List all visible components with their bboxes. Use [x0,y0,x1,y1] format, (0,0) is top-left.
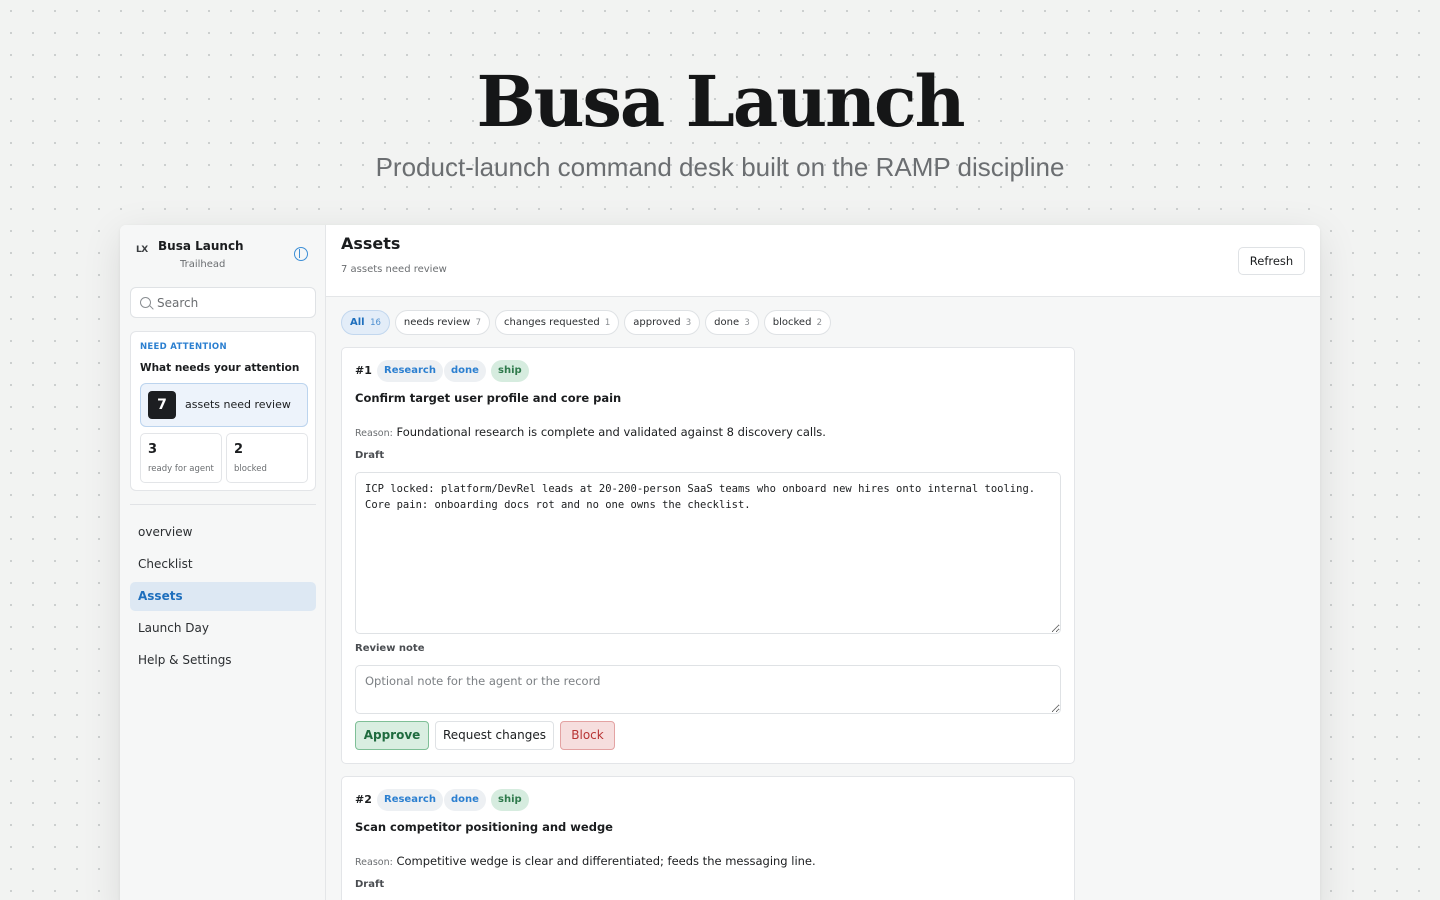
filter-blocked[interactable]: blocked 2 [763,310,832,335]
app-name: Busa Launch [158,239,244,253]
asset-card: #1 Research done ship Confirm target use… [341,347,1075,764]
tag-research: Research [377,360,443,382]
asset-number: #1 [355,364,372,377]
reason-label: Reason: [355,428,393,439]
tag-research: Research [377,789,443,811]
page-header: Assets 7 assets need review Refresh [326,225,1320,297]
main-content: Assets 7 assets need review Refresh All … [326,225,1320,900]
hero-subtitle: Product-launch command desk built on the… [375,152,1065,182]
ready-label: ready for agent [148,464,214,474]
filter-all[interactable]: All 16 [341,310,390,335]
filter-label: blocked [772,317,812,328]
reason-label: Reason: [355,857,393,868]
asset-reason: Reason: Foundational research is complet… [355,425,826,439]
asset-title: Confirm target user profile and core pai… [355,391,622,405]
tag-done: done [444,789,486,811]
asset-card: #2 Research done ship Scan competitor po… [341,776,1075,900]
brand: LX Busa Launch Trailhead [136,239,316,273]
attention-label: NEED ATTENTION [140,342,227,352]
review-note-textarea[interactable] [355,665,1061,714]
review-count-badge: 7 [148,391,176,419]
refresh-button[interactable]: Refresh [1238,247,1305,275]
blocked-count: 2 [234,442,244,457]
filter-count: 16 [370,318,381,328]
filter-done[interactable]: done 3 [705,310,759,335]
filter-count: 2 [816,318,823,328]
filter-label: changes requested [503,317,600,328]
sidebar-divider [130,504,316,505]
sidebar: LX Busa Launch Trailhead NEED ATTENTION … [120,225,326,900]
filter-count: 3 [744,318,750,328]
review-note-label: Review note [355,643,425,654]
sidebar-item-overview[interactable]: overview [130,518,316,547]
request-changes-button[interactable]: Request changes [435,721,554,750]
filter-count: 3 [685,318,692,328]
sidebar-item-assets[interactable]: Assets [130,582,316,611]
sidebar-item-launch-day[interactable]: Launch Day [130,614,316,643]
brand-logo: LX [136,245,148,255]
draft-label: Draft [355,450,385,461]
draft-label: Draft [355,879,385,890]
block-button[interactable]: Block [560,721,615,750]
filter-needs-review[interactable]: needs review 7 [394,310,490,335]
tag-ship: ship [491,789,529,811]
filter-label: All [350,317,365,328]
filter-approved[interactable]: approved 3 [624,310,701,335]
asset-title: Scan competitor positioning and wedge [355,820,613,834]
filter-label: done [714,317,740,328]
filter-count: 7 [475,318,481,328]
ready-card[interactable]: 3 ready for agent [140,433,222,483]
hero-title: Busa Launch [476,60,965,143]
search-input[interactable] [157,293,307,313]
reason-text: Foundational research is complete and va… [396,425,826,439]
review-summary-text: assets need review [185,398,291,411]
sidebar-nav: overview Checklist Assets Launch Day Hel… [130,518,316,678]
page-subtitle: 7 assets need review [341,264,447,275]
page-title: Assets [341,234,401,253]
asset-number: #2 [355,793,372,806]
review-summary-card[interactable]: 7 assets need review [140,383,308,427]
attention-panel: NEED ATTENTION What needs your attention… [130,331,316,491]
tag-ship: ship [491,360,529,382]
filter-label: needs review [403,317,471,328]
filter-chips: All 16 needs review 7 changes requested … [341,310,832,336]
reason-text: Competitive wedge is clear and different… [396,854,816,868]
blocked-card[interactable]: 2 blocked [226,433,308,483]
approve-button[interactable]: Approve [355,721,429,750]
filter-changes-requested[interactable]: changes requested 1 [494,310,620,335]
attention-title: What needs your attention [140,362,300,374]
sidebar-item-checklist[interactable]: Checklist [130,550,316,579]
workspace-name: Trailhead [180,259,226,270]
search-icon [140,297,151,308]
tag-done: done [444,360,486,382]
sidebar-item-help-settings[interactable]: Help & Settings [130,646,316,675]
search-box [130,287,316,318]
filter-count: 1 [604,318,611,328]
app-window: LX Busa Launch Trailhead NEED ATTENTION … [120,225,1320,900]
sidebar-toggle-icon[interactable] [294,247,308,261]
ready-count: 3 [148,442,158,457]
blocked-label: blocked [234,464,267,474]
filter-label: approved [633,317,681,328]
draft-textarea[interactable]: ICP locked: platform/DevRel leads at 20-… [355,472,1061,634]
asset-reason: Reason: Competitive wedge is clear and d… [355,854,816,868]
